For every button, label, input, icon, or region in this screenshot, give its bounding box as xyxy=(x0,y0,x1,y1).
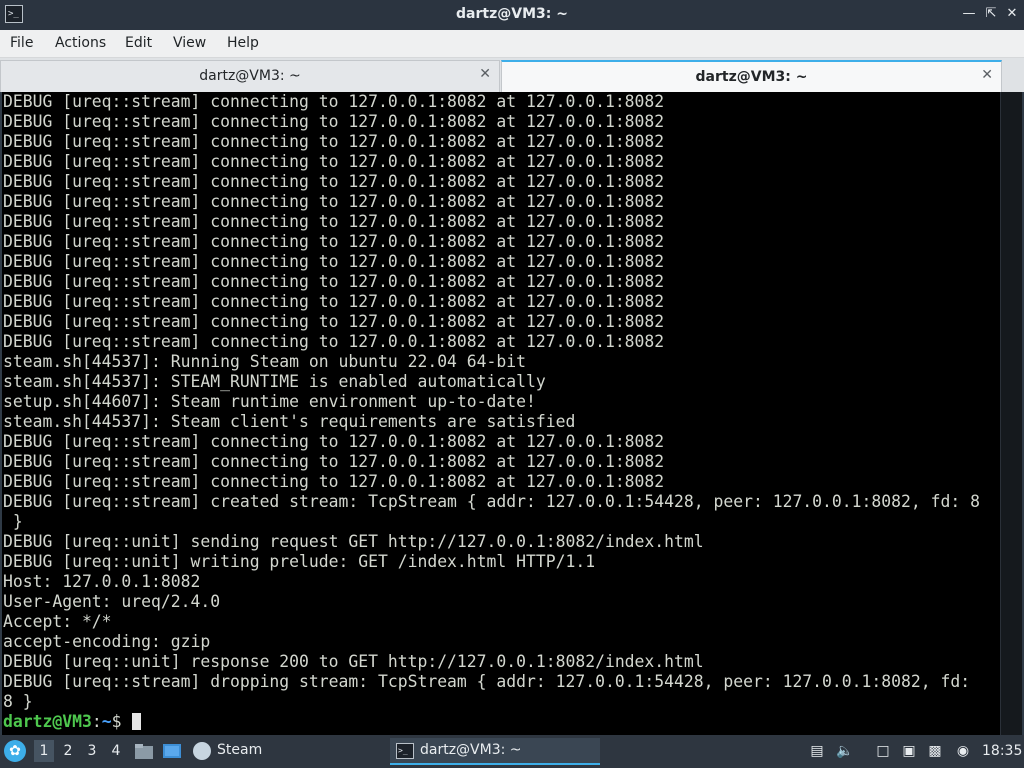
terminal-line: DEBUG [ureq::stream] connecting to 127.0… xyxy=(3,452,665,471)
menu-file[interactable]: File xyxy=(10,35,33,51)
taskbar: ✿ 1 2 3 4 Steam >_ dartz@VM3: ~ ▤ 🔈 □ ▣ … xyxy=(0,735,1024,768)
clock[interactable]: 18:35 xyxy=(982,743,1022,759)
terminal-line: DEBUG [ureq::unit] writing prelude: GET … xyxy=(3,552,596,571)
terminal-line: DEBUG [ureq::stream] connecting to 127.0… xyxy=(3,312,665,331)
tab-close-icon[interactable]: ✕ xyxy=(981,67,993,83)
app-launcher-icon[interactable]: ✿ xyxy=(4,740,26,762)
terminal-line: 8 } xyxy=(3,692,33,711)
terminal-line: Host: 127.0.0.1:8082 xyxy=(3,572,201,591)
notes-icon[interactable]: □ xyxy=(874,742,892,760)
network-icon[interactable]: ▣ xyxy=(900,742,918,760)
text-cursor xyxy=(132,713,142,730)
terminal-line: } xyxy=(3,512,23,531)
terminal-line: steam.sh[44537]: STEAM_RUNTIME is enable… xyxy=(3,372,546,391)
prompt-path: ~ xyxy=(101,712,112,731)
workspace-2[interactable]: 2 xyxy=(58,740,78,762)
updates-icon[interactable]: ▩ xyxy=(926,742,944,760)
menu-bar: File Actions Edit View Help xyxy=(0,30,1024,58)
tab-label: dartz@VM3: ~ xyxy=(695,69,808,85)
tab-close-icon[interactable]: ✕ xyxy=(479,66,491,82)
terminal-scrollbar[interactable] xyxy=(1000,92,1022,735)
steam-label: Steam xyxy=(217,742,263,758)
workspace-3[interactable]: 3 xyxy=(82,740,102,762)
terminal-line: DEBUG [ureq::stream] created stream: Tcp… xyxy=(3,492,980,511)
terminal-line: DEBUG [ureq::unit] response 200 to GET h… xyxy=(3,652,704,671)
tab-label: dartz@VM3: ~ xyxy=(199,68,301,84)
terminal-line: User-Agent: ureq/2.4.0 xyxy=(3,592,221,611)
terminal-line: DEBUG [ureq::stream] dropping stream: Tc… xyxy=(3,672,971,691)
terminal-icon: >_ xyxy=(396,743,414,759)
prompt-symbol: $ xyxy=(111,712,132,731)
menu-actions[interactable]: Actions xyxy=(55,35,106,51)
tab-terminal-2[interactable]: dartz@VM3: ~ ✕ xyxy=(501,60,1002,92)
terminal-line: DEBUG [ureq::stream] connecting to 127.0… xyxy=(3,212,665,231)
terminal-line: accept-encoding: gzip xyxy=(3,632,211,651)
task-label: dartz@VM3: ~ xyxy=(420,742,522,758)
tab-terminal-1[interactable]: dartz@VM3: ~ ✕ xyxy=(0,60,500,92)
terminal-line: steam.sh[44537]: Steam client's requirem… xyxy=(3,412,576,431)
terminal-line: steam.sh[44537]: Running Steam on ubuntu… xyxy=(3,352,527,371)
workspace-1[interactable]: 1 xyxy=(34,740,54,762)
title-bar: >_ dartz@VM3: ~ — ⇱ ✕ xyxy=(0,0,1024,30)
volume-icon[interactable]: 🔈 xyxy=(836,742,854,760)
terminal-line: DEBUG [ureq::stream] connecting to 127.0… xyxy=(3,92,665,111)
terminal-line: DEBUG [ureq::stream] connecting to 127.0… xyxy=(3,112,665,131)
close-button[interactable]: ✕ xyxy=(1003,5,1021,23)
clipboard-icon[interactable]: ▤ xyxy=(808,742,826,760)
terminal-line: Accept: */* xyxy=(3,612,112,631)
terminal-line: DEBUG [ureq::stream] connecting to 127.0… xyxy=(3,432,665,451)
terminal-line: DEBUG [ureq::unit] sending request GET h… xyxy=(3,532,704,551)
menu-help[interactable]: Help xyxy=(227,35,259,51)
terminal-line: DEBUG [ureq::stream] connecting to 127.0… xyxy=(3,172,665,191)
terminal-line: DEBUG [ureq::stream] connecting to 127.0… xyxy=(3,232,665,251)
steam-tray-icon[interactable]: ◉ xyxy=(954,742,972,760)
terminal-line: DEBUG [ureq::stream] connecting to 127.0… xyxy=(3,292,665,311)
file-manager-icon[interactable] xyxy=(134,741,154,761)
terminal-line: DEBUG [ureq::stream] connecting to 127.0… xyxy=(3,132,665,151)
terminal-line: DEBUG [ureq::stream] connecting to 127.0… xyxy=(3,192,665,211)
terminal-line: DEBUG [ureq::stream] connecting to 127.0… xyxy=(3,272,665,291)
terminal-line: setup.sh[44607]: Steam runtime environme… xyxy=(3,392,536,411)
minimize-button[interactable]: — xyxy=(960,5,978,23)
terminal-line: DEBUG [ureq::stream] connecting to 127.0… xyxy=(3,252,665,271)
steam-icon xyxy=(193,742,211,760)
terminal-line: DEBUG [ureq::stream] connecting to 127.0… xyxy=(3,332,665,351)
workspace-4[interactable]: 4 xyxy=(106,740,126,762)
prompt-separator: : xyxy=(91,712,102,731)
terminal-output: DEBUG [ureq::stream] connecting to 127.0… xyxy=(3,92,998,732)
tab-bar: dartz@VM3: ~ ✕ dartz@VM3: ~ ✕ xyxy=(0,58,1024,92)
terminal-line: DEBUG [ureq::stream] connecting to 127.0… xyxy=(3,472,665,491)
prompt-line[interactable]: dartz@VM3:~$ xyxy=(3,712,998,732)
terminal-task-button[interactable]: >_ dartz@VM3: ~ xyxy=(390,738,600,765)
menu-view[interactable]: View xyxy=(173,35,206,51)
menu-edit[interactable]: Edit xyxy=(125,35,152,51)
prompt-user-host: dartz@VM3 xyxy=(3,712,92,731)
maximize-button[interactable]: ⇱ xyxy=(982,5,1000,23)
terminal-view[interactable]: DEBUG [ureq::stream] connecting to 127.0… xyxy=(0,92,1024,735)
show-desktop-icon[interactable] xyxy=(162,741,182,761)
window-title: dartz@VM3: ~ xyxy=(456,6,568,22)
terminal-line: DEBUG [ureq::stream] connecting to 127.0… xyxy=(3,152,665,171)
